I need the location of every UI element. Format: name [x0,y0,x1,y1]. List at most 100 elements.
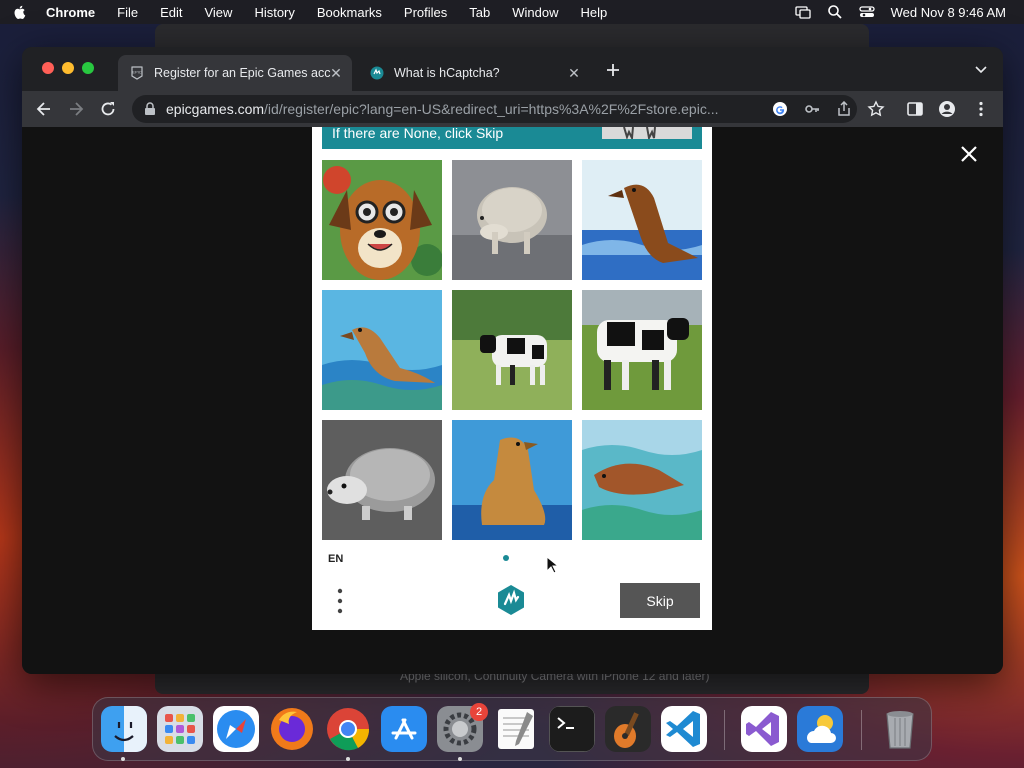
textedit-icon[interactable] [493,706,539,752]
mouse-cursor-icon [546,556,558,574]
notification-badge: 2 [470,703,488,721]
terminal-icon[interactable] [549,706,595,752]
control-center-icon[interactable] [858,4,875,20]
dog-painting-image [322,160,442,280]
page-dot-active [503,555,509,561]
bookmark-star-icon[interactable] [867,100,885,118]
forward-arrow-icon[interactable] [67,100,85,118]
menubar-clock[interactable]: Wed Nov 8 9:46 AM [891,5,1006,20]
spotlight-search-icon[interactable] [827,4,843,20]
page-dot [515,555,521,561]
vscode-icon[interactable] [661,706,707,752]
reload-icon[interactable] [99,100,117,118]
language-selector[interactable]: EN [328,553,343,565]
window-close-button[interactable] [42,62,54,74]
menu-bookmarks[interactable]: Bookmarks [317,5,382,20]
url-path: /id/register/epic?lang=en-US&redirect_ur… [264,101,719,117]
menu-help[interactable]: Help [581,5,608,20]
image-tile-3[interactable] [582,160,702,280]
image-tile-1[interactable] [322,160,442,280]
prompt-sample-image [602,126,692,142]
close-icon[interactable] [960,145,978,163]
challenge-prompt: If there are None, click Skip [322,125,702,149]
finder-icon[interactable] [101,706,147,752]
password-key-icon[interactable] [804,101,820,117]
chrome-window: EPIC Register for an Epic Games acc ✕ Wh… [22,47,1003,674]
address-bar[interactable]: epicgames.com /id/register/epic?lang=en-… [132,95,857,123]
url-domain: epicgames.com [166,101,265,117]
more-menu-icon[interactable] [972,100,990,118]
profile-avatar-icon[interactable] [938,100,956,118]
running-indicator [346,757,350,761]
menu-tab[interactable]: Tab [469,5,490,20]
sample-animal-icon [623,126,656,142]
tab-close-icon[interactable]: ✕ [566,65,582,81]
image-tile-8[interactable] [452,420,572,540]
google-lens-icon[interactable] [772,101,788,117]
tab-search-chevron-icon[interactable] [975,65,987,75]
apple-icon[interactable] [12,4,28,20]
tab-title: What is hCaptcha? [394,66,500,80]
vertical-more-icon[interactable] [334,587,346,615]
sea-lion-painting-image [452,420,572,540]
sea-lion-painting-image [582,160,702,280]
image-tile-2[interactable] [452,160,572,280]
image-tile-9[interactable] [582,420,702,540]
back-arrow-icon[interactable] [35,100,53,118]
menu-edit[interactable]: Edit [160,5,182,20]
menu-bar: Chrome File Edit View History Bookmarks … [0,0,1024,24]
sea-lion-swimming-image [322,290,442,410]
new-tab-icon[interactable] [605,62,621,78]
hcaptcha-icon [370,66,384,80]
menu-window[interactable]: Window [512,5,558,20]
menu-view[interactable]: View [204,5,232,20]
image-tile-5[interactable] [452,290,572,410]
tab-title: Register for an Epic Games acc [154,66,331,80]
menu-profiles[interactable]: Profiles [404,5,447,20]
app-store-icon[interactable] [381,706,427,752]
safari-icon[interactable] [213,706,259,752]
visual-studio-icon[interactable] [741,706,787,752]
image-tile-7[interactable] [322,420,442,540]
dock: 2 [92,697,932,761]
launchpad-icon[interactable] [157,706,203,752]
hcaptcha-challenge: If there are None, click Skip EN Skip [312,125,712,630]
browser-toolbar: epicgames.com /id/register/epic?lang=en-… [22,91,1003,127]
page-indicator [503,555,521,561]
chrome-icon[interactable] [325,706,371,752]
page-content: If there are None, click Skip EN Skip [22,125,1003,674]
image-grid [322,160,702,540]
firefox-icon[interactable] [269,706,315,752]
tab-close-icon[interactable]: ✕ [328,65,344,81]
side-panel-icon[interactable] [906,100,924,118]
tab-hcaptcha[interactable]: What is hCaptcha? ✕ [358,55,590,91]
sea-lion-lying-image [582,420,702,540]
lock-icon[interactable] [144,102,156,116]
challenge-prompt-text: If there are None, click Skip [332,125,504,141]
share-icon[interactable] [836,101,852,117]
dock-separator [861,710,862,750]
image-tile-4[interactable] [322,290,442,410]
running-indicator [458,757,462,761]
trash-icon[interactable] [877,706,923,752]
epic-games-icon: EPIC [131,66,143,80]
screen-mirroring-icon[interactable] [794,4,811,20]
hedgehog-image [452,160,572,280]
menu-history[interactable]: History [254,5,294,20]
running-indicator [121,757,125,761]
image-tile-6[interactable] [582,290,702,410]
garageband-icon[interactable] [605,706,651,752]
cow-image [452,290,572,410]
app-name-menu[interactable]: Chrome [46,5,95,20]
cow-image [582,290,702,410]
svg-text:EPIC: EPIC [132,70,141,75]
skip-button[interactable]: Skip [620,583,700,618]
window-zoom-button[interactable] [82,62,94,74]
tab-strip: EPIC Register for an Epic Games acc ✕ Wh… [22,47,1003,91]
weather-icon[interactable] [797,706,843,752]
dock-separator [724,710,725,750]
window-minimize-button[interactable] [62,62,74,74]
tab-register-epic[interactable]: EPIC Register for an Epic Games acc ✕ [118,55,352,91]
hcaptcha-logo-icon[interactable] [495,584,527,616]
menu-file[interactable]: File [117,5,138,20]
